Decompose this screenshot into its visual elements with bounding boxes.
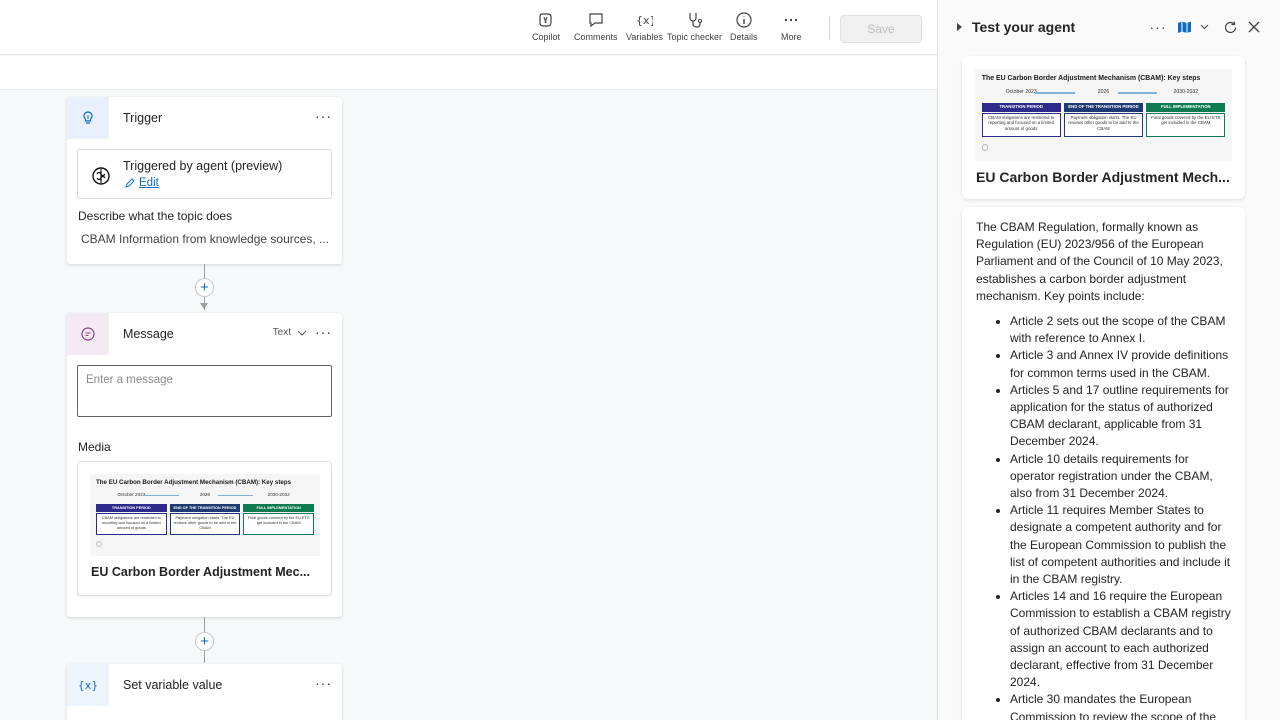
stethoscope-icon: [688, 13, 702, 28]
infographic-phase-header: END OF THE TRANSITION PERIOD: [169, 504, 241, 512]
close-icon[interactable]: [1245, 18, 1263, 36]
save-button[interactable]: Save: [840, 15, 922, 43]
details-label: Details: [730, 32, 758, 42]
topic-description-value[interactable]: CBAM Information from knowledge sources,…: [81, 232, 331, 246]
agent-brain-icon: [92, 167, 110, 185]
add-node-button[interactable]: +: [195, 278, 214, 297]
infographic-phase-text: Final goods covered by the EU ETS get in…: [243, 513, 314, 535]
details-button[interactable]: Details: [730, 11, 758, 42]
media-label: Media: [78, 440, 111, 454]
designer-toolbar: Copilot Comments {x} Variables Topic che…: [0, 0, 937, 55]
trigger-node-more-icon[interactable]: ···: [315, 109, 332, 123]
message-placeholder: Enter a message: [86, 374, 173, 386]
panel-more-icon[interactable]: ···: [1149, 18, 1167, 36]
copilot-icon: [539, 13, 552, 27]
list-item: Articles 5 and 17 outline requirements f…: [1010, 382, 1236, 451]
pencil-icon: [125, 178, 135, 188]
edit-label: Edit: [139, 177, 159, 189]
infographic-phase-header: END OF THE TRANSITION PERIOD: [1064, 102, 1143, 112]
cbam-infographic-thumbnail: The EU Carbon Border Adjustment Mechanis…: [90, 474, 320, 556]
arrow-down-icon: [200, 303, 208, 309]
test-panel-header: Test your agent ···: [938, 0, 1280, 56]
card-title: EU Carbon Border Adjustment Mech...: [976, 169, 1230, 185]
message-node[interactable]: Message Text ··· Enter a message Media T…: [67, 313, 342, 617]
info-icon: [736, 12, 752, 28]
variables-icon: {x}: [636, 14, 653, 27]
infographic-phase-header: TRANSITION PERIOD: [981, 102, 1061, 112]
trigger-description: Triggered by agent (preview): [123, 159, 283, 173]
chevron-down-icon[interactable]: [1195, 18, 1213, 36]
media-card[interactable]: The EU Carbon Border Adjustment Mechanis…: [77, 461, 332, 596]
media-card-title: EU Carbon Border Adjustment Mec...: [91, 565, 311, 579]
message-icon: [67, 313, 109, 355]
comments-label: Comments: [574, 32, 618, 42]
infographic-date: 2030-2032: [267, 492, 290, 497]
list-item: Article 2 sets out the scope of the CBAM…: [1010, 313, 1236, 347]
topic-checker-label: Topic checker: [667, 32, 723, 42]
infographic-phase-header: FULL IMPLEMENTATION: [1146, 102, 1226, 112]
trigger-node-title: Trigger: [123, 111, 163, 125]
list-item: Article 30 mandates the European Commiss…: [1010, 691, 1236, 720]
message-type-value: Text: [272, 327, 291, 338]
test-panel-title: Test your agent: [972, 19, 1076, 35]
variable-icon: {x}: [67, 664, 109, 706]
add-node-button[interactable]: +: [195, 632, 214, 651]
trigger-node[interactable]: Trigger ··· Triggered by agent (preview)…: [67, 97, 342, 264]
infographic-logo-mark: [96, 541, 102, 547]
copilot-button[interactable]: Copilot: [532, 11, 560, 42]
variables-label: Variables: [626, 32, 663, 42]
comments-button[interactable]: Comments: [574, 11, 618, 42]
trigger-edit-link[interactable]: Edit: [124, 177, 159, 189]
trigger-box[interactable]: Triggered by agent (preview) Edit: [77, 149, 332, 199]
infographic-title: The EU Carbon Border Adjustment Mechanis…: [96, 479, 292, 486]
trigger-bulb-icon: [67, 97, 109, 139]
infographic-phase-header: FULL IMPLEMENTATION: [243, 504, 314, 512]
infographic-title: The EU Carbon Border Adjustment Mechanis…: [981, 74, 1201, 82]
response-intro: The CBAM Regulation, formally known as R…: [976, 220, 1223, 303]
message-node-title: Message: [123, 327, 174, 341]
message-input[interactable]: Enter a message: [77, 365, 332, 417]
infographic-date: 2030-2032: [1173, 89, 1199, 96]
message-type-select[interactable]: Text: [273, 327, 307, 338]
refresh-icon[interactable]: [1221, 18, 1239, 36]
toolbar-divider: [829, 17, 830, 39]
trigger-node-header: Trigger ···: [67, 97, 342, 139]
list-item: Article 10 details requirements for oper…: [1010, 451, 1236, 503]
set-variable-node-title: Set variable value: [123, 678, 223, 692]
variables-button[interactable]: {x} Variables: [626, 11, 663, 42]
list-item: Article 11 requires Member States to des…: [1010, 502, 1236, 588]
adaptive-card-media[interactable]: The EU Carbon Border Adjustment Mechanis…: [962, 56, 1245, 199]
more-button[interactable]: More: [781, 11, 802, 42]
infographic-phase-header: TRANSITION PERIOD: [96, 504, 167, 512]
topic-description-label: Describe what the topic does: [78, 209, 233, 223]
more-icon: [785, 18, 798, 22]
agent-response: The CBAM Regulation, formally known as R…: [962, 207, 1245, 720]
infographic-phase-text: Payment obligation starts. The EU review…: [169, 513, 241, 535]
svg-text:{x}: {x}: [636, 14, 653, 27]
infographic-phase-text: CBAM obligations are restricted to repor…: [96, 513, 167, 535]
topic-checker-button[interactable]: Topic checker: [667, 11, 722, 42]
set-variable-more-icon[interactable]: ···: [315, 676, 332, 690]
set-variable-node-header: {x} Set variable value ···: [67, 664, 342, 706]
infographic-phase-text: CBAM obligations are restricted to repor…: [981, 112, 1061, 138]
collapse-caret-icon[interactable]: [957, 23, 962, 31]
cbam-infographic-image: The EU Carbon Border Adjustment Mechanis…: [975, 69, 1232, 161]
set-variable-node[interactable]: {x} Set variable value ···: [67, 664, 342, 720]
infographic-phase-text: Payment obligation starts. The EU review…: [1064, 112, 1143, 138]
chevron-down-icon: [297, 330, 307, 336]
message-node-more-icon[interactable]: ···: [315, 325, 332, 339]
copilot-label: Copilot: [532, 32, 561, 42]
comment-icon: [589, 13, 603, 28]
more-label: More: [781, 32, 802, 42]
map-icon[interactable]: [1175, 18, 1193, 36]
secondary-bar: [0, 56, 937, 90]
infographic-phase-text: Final goods covered by the EU ETS get in…: [1146, 112, 1226, 138]
list-item: Articles 14 and 16 require the European …: [1010, 588, 1236, 691]
response-bullet-list: Article 2 sets out the scope of the CBAM…: [976, 313, 1236, 720]
message-node-header: Message Text ···: [67, 313, 342, 355]
list-item: Article 3 and Annex IV provide definitio…: [1010, 347, 1236, 381]
infographic-logo-mark: [981, 144, 989, 151]
